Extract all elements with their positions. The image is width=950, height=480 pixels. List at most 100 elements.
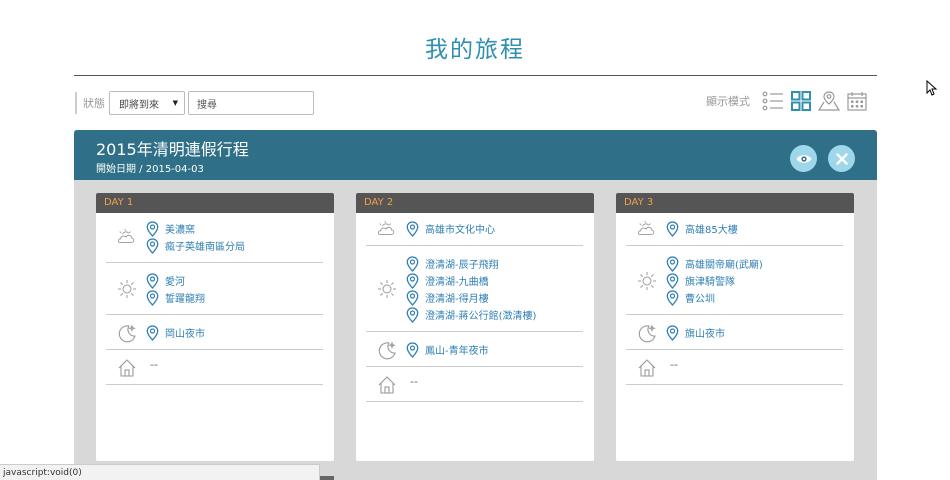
time-slot-lodging: -- — [106, 350, 323, 385]
close-icon — [835, 152, 848, 165]
place-name: 澄清湖-得月樓 — [425, 294, 489, 305]
day-column: DAY 1 美濃窯 瘋子英雄南區分局 愛河 誓躍龍翔 岡山夜市 -- — [96, 193, 334, 461]
place-link[interactable]: 誓躍龍翔 — [146, 289, 205, 306]
map-pin-icon — [666, 290, 679, 306]
filter-separator — [75, 92, 77, 114]
place-link[interactable]: 旗山夜市 — [666, 324, 725, 341]
period-icon-wrap — [636, 358, 658, 378]
trip-header: 2015年清明連假行程 開始日期 / 2015-04-03 — [74, 130, 877, 180]
title-divider — [74, 75, 877, 76]
moon-icon — [377, 340, 397, 360]
place-link[interactable]: 愛河 — [146, 272, 185, 289]
calendar-icon — [847, 92, 867, 111]
cloudy-day-icon — [637, 219, 657, 239]
map-pin-icon — [406, 290, 419, 306]
map-pin-icon — [406, 307, 419, 323]
time-slot-night: 鳳山-青年夜市 — [366, 332, 583, 367]
map-pin-icon — [406, 221, 419, 237]
time-slot-morning: 高雄市文化中心 — [366, 211, 583, 246]
map-view-button[interactable] — [818, 90, 840, 112]
time-slot-afternoon: 高雄關帝廟(武廟) 旗津騎警隊曹公圳 — [626, 246, 843, 315]
place-link[interactable]: 澄清湖-辰子飛翔 — [406, 255, 499, 272]
cloudy-day-icon — [117, 227, 137, 247]
period-icon-wrap — [636, 271, 658, 291]
place-name: 高雄市文化中心 — [425, 225, 495, 236]
place-link[interactable]: 美濃窯 — [146, 220, 195, 237]
period-icon-wrap — [116, 323, 138, 343]
cloudy-day-icon — [377, 219, 397, 239]
place-link[interactable]: 高雄85大樓 — [666, 220, 738, 237]
delete-trip-button[interactable] — [828, 145, 855, 172]
time-slot-lodging: -- — [626, 350, 843, 385]
status-select[interactable]: 即將到來 ▼ — [109, 91, 185, 115]
status-select-value: 即將到來 — [119, 99, 159, 111]
place-name: 鳳山-青年夜市 — [425, 346, 489, 357]
place-link[interactable]: 鳳山-青年夜市 — [406, 341, 489, 358]
sun-icon — [637, 271, 657, 291]
place-link[interactable]: 曹公圳 — [666, 289, 715, 306]
list-icon — [762, 91, 783, 111]
map-pin-icon — [666, 273, 679, 289]
period-icon-wrap — [376, 340, 398, 360]
chevron-down-icon: ▼ — [172, 99, 178, 107]
calendar-view-button[interactable] — [846, 90, 868, 112]
page-title: 我的旅程 — [425, 37, 525, 63]
time-slot-morning: 美濃窯 瘋子英雄南區分局 — [106, 211, 323, 263]
place-link[interactable]: 瘋子英雄南區分局 — [146, 237, 245, 254]
place-link[interactable]: 澄清湖-九曲橋 — [406, 272, 489, 289]
map-pin-icon — [666, 221, 679, 237]
browser-status-bar: javascript:void(0) — [0, 464, 320, 480]
place-link[interactable]: 澄清湖-得月樓 — [406, 289, 489, 306]
place-link[interactable]: 澄清湖-蔣公行館(澂清樓) — [406, 306, 536, 323]
time-slot-morning: 高雄85大樓 — [626, 211, 843, 246]
day-label: DAY 3 — [616, 193, 854, 213]
view-mode-label: 顯示模式 — [706, 95, 750, 108]
place-name: 曹公圳 — [685, 294, 715, 305]
status-label: 狀態 — [83, 97, 105, 110]
empty-slot-text: -- — [670, 357, 678, 371]
trip-title: 2015年清明連假行程 — [96, 140, 249, 159]
grid-view-button[interactable] — [790, 90, 812, 112]
grid-icon — [791, 91, 811, 111]
empty-slot-text: -- — [410, 374, 418, 388]
place-link[interactable]: 高雄市文化中心 — [406, 220, 495, 237]
period-icon-wrap — [636, 323, 658, 343]
day-column: DAY 2 高雄市文化中心澄清湖-辰子飛翔澄清湖-九曲橋 澄清湖-得月樓澄清湖-蔣公… — [356, 193, 594, 461]
map-pin-icon — [146, 290, 159, 306]
search-input[interactable]: 搜尋 — [188, 91, 314, 115]
place-name: 誓躍龍翔 — [165, 294, 205, 305]
period-icon-wrap — [376, 219, 398, 239]
place-name: 澄清湖-蔣公行館(澂清樓) — [425, 311, 537, 322]
place-link[interactable]: 旗津騎警隊 — [666, 272, 735, 289]
map-pin-icon — [666, 256, 679, 272]
empty-slot-text: -- — [150, 357, 158, 371]
list-view-button[interactable] — [762, 90, 784, 112]
place-link[interactable]: 岡山夜市 — [146, 324, 205, 341]
period-icon-wrap — [376, 375, 398, 395]
trip-card: 2015年清明連假行程 開始日期 / 2015-04-03 DAY 1 美濃窯 瘋子… — [74, 130, 877, 480]
scrollbar-thumb[interactable] — [320, 476, 334, 480]
place-name: 澄清湖-九曲橋 — [425, 277, 489, 288]
day-label: DAY 1 — [96, 193, 334, 213]
filter-bar: 狀態 即將到來 ▼ 搜尋 — [75, 90, 314, 116]
place-name: 愛河 — [165, 277, 185, 288]
trip-start-date: 開始日期 / 2015-04-03 — [96, 164, 204, 175]
eye-icon — [796, 154, 811, 163]
period-icon-wrap — [636, 219, 658, 239]
place-name: 高雄關帝廟(武廟) — [685, 260, 763, 271]
time-slot-afternoon: 愛河 誓躍龍翔 — [106, 263, 323, 315]
time-slot-night: 岡山夜市 — [106, 315, 323, 350]
map-pin-icon — [406, 256, 419, 272]
mouse-cursor-icon — [926, 80, 938, 96]
search-placeholder: 搜尋 — [197, 99, 217, 111]
day-column: DAY 3 高雄85大樓高雄關帝廟(武廟) 旗津騎警隊曹公圳旗山夜市 -- — [616, 193, 854, 461]
period-icon-wrap — [116, 227, 138, 247]
day-label: DAY 2 — [356, 193, 594, 213]
place-name: 美濃窯 — [165, 225, 195, 236]
view-trip-button[interactable] — [790, 145, 817, 172]
moon-icon — [117, 323, 137, 343]
sun-icon — [377, 279, 397, 299]
place-link[interactable]: 高雄關帝廟(武廟) — [666, 255, 763, 272]
house-icon — [637, 358, 657, 378]
moon-icon — [637, 323, 657, 343]
